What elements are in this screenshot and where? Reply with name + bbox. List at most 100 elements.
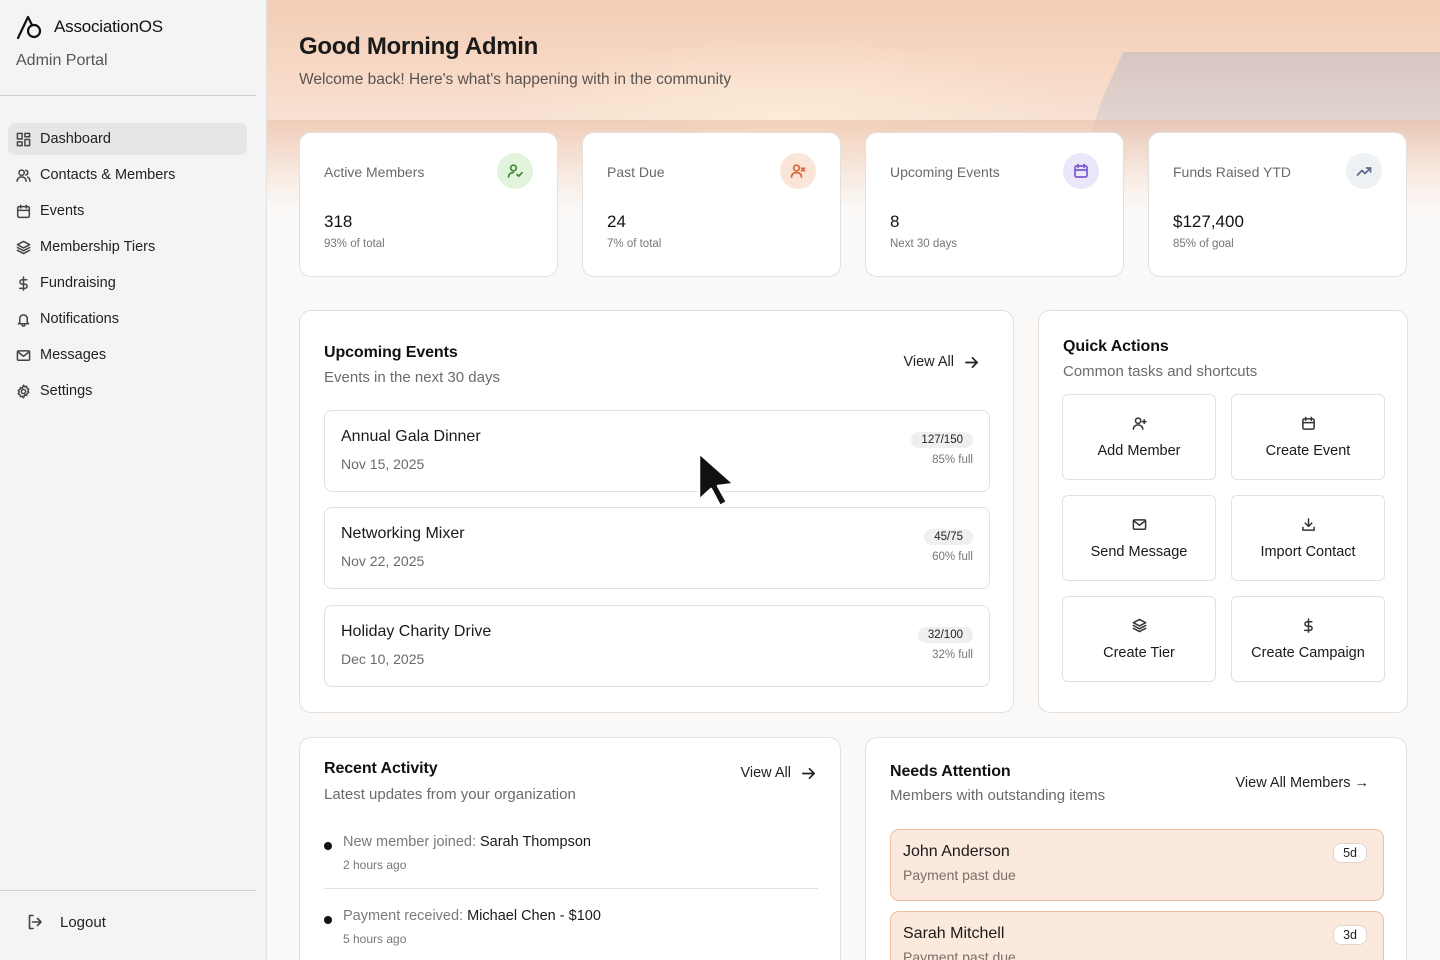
quick-action-label: Add Member bbox=[1097, 442, 1181, 459]
mouse-cursor-icon bbox=[697, 451, 736, 508]
stat-label: Upcoming Events bbox=[890, 164, 1000, 180]
quick-action-label: Create Campaign bbox=[1251, 644, 1365, 661]
section-title: Quick Actions bbox=[1063, 338, 1169, 355]
section-title: Needs Attention bbox=[890, 763, 1011, 780]
bullet-dot bbox=[324, 916, 332, 924]
quick-actions-panel: Quick Actions Common tasks and shortcuts… bbox=[1038, 310, 1408, 713]
sidebar-item-fundraising[interactable]: Fundraising bbox=[8, 267, 247, 299]
event-fill-percent: 60% full bbox=[932, 551, 973, 563]
stat-value: 318 bbox=[324, 212, 353, 231]
stat-subtext: 93% of total bbox=[324, 238, 385, 250]
event-date: Nov 22, 2025 bbox=[341, 553, 425, 569]
logout-button[interactable]: Logout bbox=[26, 913, 106, 931]
view-all-members-link[interactable]: View All Members → bbox=[1236, 775, 1370, 791]
sidebar-item-label: Dashboard bbox=[40, 131, 111, 147]
event-row[interactable]: Annual Gala Dinner Nov 15, 2025 127/150 … bbox=[324, 410, 990, 492]
section-title: Recent Activity bbox=[324, 760, 438, 777]
sidebar-item-label: Events bbox=[40, 203, 85, 219]
stat-label: Past Due bbox=[607, 164, 665, 180]
arrow-right-icon bbox=[802, 767, 815, 779]
activity-subject: Michael Chen - $100 bbox=[467, 908, 601, 924]
stat-card-past-due[interactable]: Past Due 24 7% of total bbox=[582, 132, 841, 277]
activity-subject: Sarah Thompson bbox=[479, 834, 591, 850]
event-date: Nov 15, 2025 bbox=[341, 456, 425, 472]
days-badge: 3d bbox=[1333, 925, 1367, 945]
activity-action: Payment received: bbox=[343, 908, 464, 924]
grid-icon bbox=[16, 132, 31, 146]
import-contact-button[interactable]: Import Contact bbox=[1231, 495, 1385, 581]
send-message-button[interactable]: Send Message bbox=[1062, 495, 1216, 581]
days-badge: 5d bbox=[1333, 843, 1367, 863]
sidebar-item-contacts[interactable]: Contacts & Members bbox=[8, 159, 247, 191]
event-fill-percent: 32% full bbox=[932, 649, 973, 661]
sidebar-nav: Dashboard Contacts & Members Events Memb… bbox=[8, 123, 247, 411]
activity-item: Payment received: Michael Chen - $100 5 h… bbox=[324, 908, 818, 948]
section-subtitle: Common tasks and shortcuts bbox=[1063, 363, 1258, 380]
attention-item[interactable]: John Anderson Payment past due 5d bbox=[890, 829, 1384, 901]
view-all-label: View All bbox=[903, 354, 954, 370]
event-row[interactable]: Networking Mixer Nov 22, 2025 45/75 60% … bbox=[324, 507, 990, 589]
user-plus-icon bbox=[1132, 416, 1147, 430]
user-check-icon bbox=[497, 153, 533, 189]
sidebar-item-notifications[interactable]: Notifications bbox=[8, 303, 247, 335]
attention-reason: Payment past due bbox=[903, 867, 1016, 883]
event-capacity-badge: 32/100 bbox=[917, 627, 973, 643]
stat-subtext: 85% of goal bbox=[1173, 238, 1234, 250]
stat-card-upcoming-events[interactable]: Upcoming Events 8 Next 30 days bbox=[865, 132, 1124, 277]
dollar-icon bbox=[1303, 617, 1313, 633]
sidebar-item-membership-tiers[interactable]: Membership Tiers bbox=[8, 231, 247, 263]
view-all-label: View All Members → bbox=[1235, 775, 1370, 791]
logout-label: Logout bbox=[60, 913, 106, 931]
section-title: Upcoming Events bbox=[324, 344, 458, 361]
users-icon bbox=[16, 168, 31, 182]
event-fill-percent: 85% full bbox=[932, 454, 973, 466]
sidebar-item-dashboard[interactable]: Dashboard bbox=[8, 123, 247, 155]
view-all-events-link[interactable]: View All bbox=[903, 354, 979, 370]
event-row[interactable]: Holiday Charity Drive Dec 10, 2025 32/10… bbox=[324, 605, 990, 687]
bell-icon bbox=[17, 313, 30, 327]
stat-card-active-members[interactable]: Active Members 318 93% of total bbox=[299, 132, 558, 277]
view-all-label: View All bbox=[740, 765, 791, 781]
sidebar-item-label: Fundraising bbox=[40, 275, 116, 291]
brand[interactable]: AssociationOS bbox=[16, 14, 163, 40]
mail-icon bbox=[16, 349, 31, 361]
create-event-button[interactable]: Create Event bbox=[1231, 394, 1385, 480]
sidebar-item-events[interactable]: Events bbox=[8, 195, 247, 227]
attention-item[interactable]: Sarah Mitchell Payment past due 3d bbox=[890, 911, 1384, 960]
needs-attention-panel: Needs Attention Members with outstanding… bbox=[865, 737, 1407, 960]
upcoming-events-panel: Upcoming Events Events in the next 30 da… bbox=[299, 310, 1014, 713]
event-name: Holiday Charity Drive bbox=[341, 623, 492, 640]
divider bbox=[324, 888, 818, 889]
stat-label: Active Members bbox=[324, 164, 425, 180]
section-subtitle: Latest updates from your organization bbox=[324, 786, 576, 803]
bullet-dot bbox=[324, 842, 332, 850]
event-name: Networking Mixer bbox=[341, 525, 465, 542]
sidebar-divider bbox=[0, 95, 256, 96]
sidebar-item-settings[interactable]: Settings bbox=[8, 375, 247, 407]
download-icon bbox=[1301, 517, 1315, 531]
calendar-icon bbox=[1301, 416, 1315, 430]
member-name: John Anderson bbox=[903, 843, 1010, 860]
activity-item: New member joined: Sarah Thompson 2 hours… bbox=[324, 834, 818, 874]
member-name: Sarah Mitchell bbox=[903, 925, 1005, 942]
calendar-icon bbox=[16, 203, 31, 218]
welcome-message: Welcome back! Here's what's happening wi… bbox=[299, 71, 732, 88]
sidebar-item-messages[interactable]: Messages bbox=[8, 339, 247, 371]
quick-action-label: Import Contact bbox=[1260, 543, 1356, 560]
add-member-button[interactable]: Add Member bbox=[1062, 394, 1216, 480]
stat-card-funds-raised[interactable]: Funds Raised YTD $127,400 85% of goal bbox=[1148, 132, 1407, 277]
dollar-icon bbox=[19, 275, 28, 291]
sidebar-item-label: Settings bbox=[40, 383, 93, 399]
quick-action-label: Create Event bbox=[1265, 442, 1351, 459]
view-all-activity-link[interactable]: View All bbox=[740, 765, 816, 781]
recent-activity-panel: Recent Activity Latest updates from your… bbox=[299, 737, 841, 960]
section-subtitle: Members with outstanding items bbox=[890, 787, 1106, 804]
create-campaign-button[interactable]: Create Campaign bbox=[1231, 596, 1385, 682]
section-subtitle: Events in the next 30 days bbox=[324, 369, 500, 386]
activity-time: 2 hours ago bbox=[343, 858, 407, 872]
create-tier-button[interactable]: Create Tier bbox=[1062, 596, 1216, 682]
arrow-right-icon bbox=[965, 356, 978, 368]
logo-icon bbox=[16, 15, 42, 40]
sidebar-divider bbox=[0, 890, 256, 891]
page-title: Good Morning Admin bbox=[299, 33, 538, 60]
